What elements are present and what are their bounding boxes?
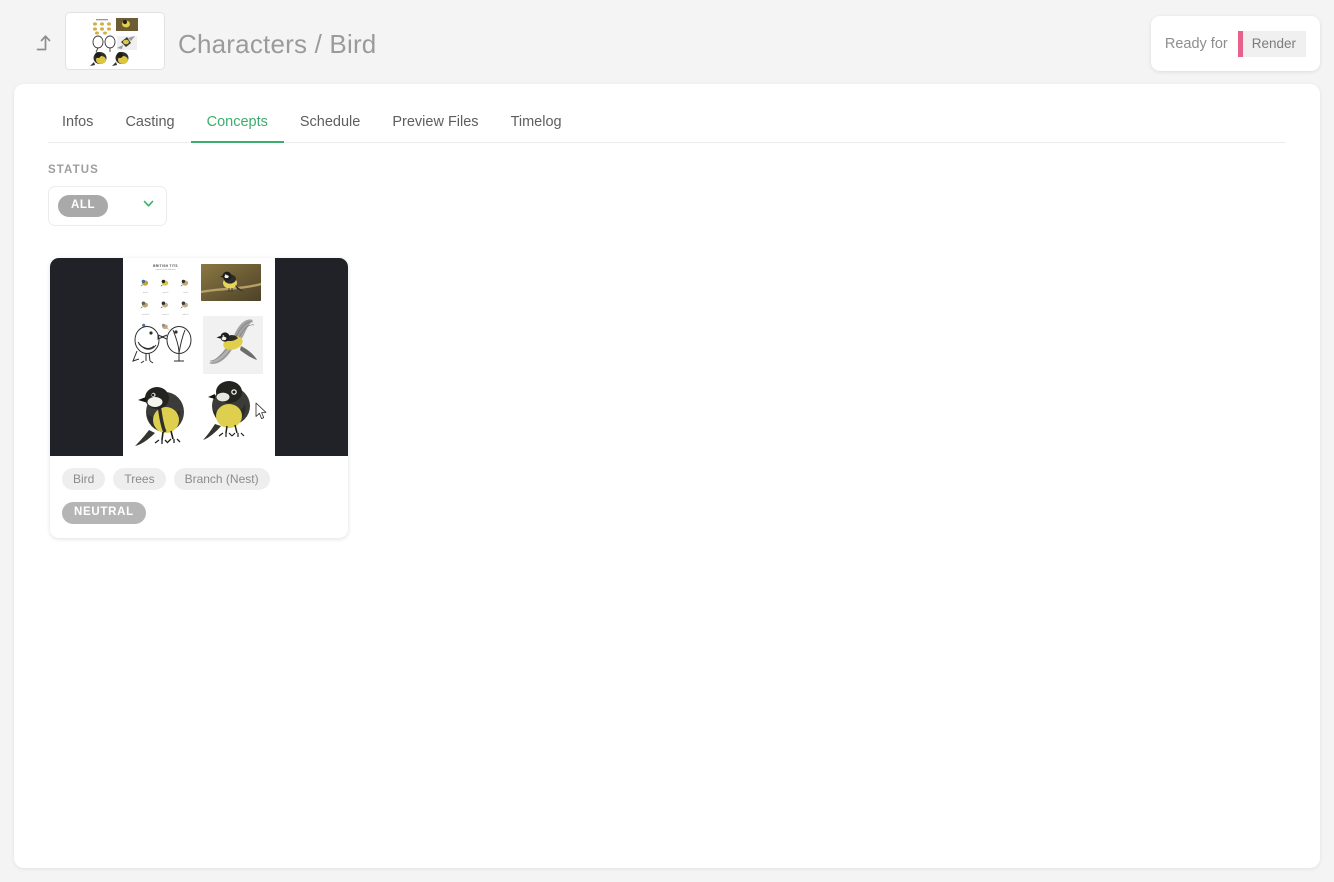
concept-tag[interactable]: Bird <box>62 468 106 491</box>
task-status-widget[interactable]: Ready for Render <box>1150 16 1320 71</box>
page-title: Characters / Bird <box>178 29 377 59</box>
id-chart-cell: willow tit <box>176 296 195 316</box>
tab-schedule[interactable]: Schedule <box>284 114 376 143</box>
chevron-down-icon[interactable] <box>141 196 156 216</box>
tab-concepts[interactable]: Concepts <box>190 114 284 143</box>
main-content-card: Infos Casting Concepts Schedule Preview … <box>14 84 1320 868</box>
tab-preview-files[interactable]: Preview Files <box>376 114 494 143</box>
id-chart-cell: coal tit <box>176 274 195 294</box>
page-header: Characters / Bird Ready for Render <box>0 0 1334 84</box>
tab-infos[interactable]: Infos <box>48 114 109 143</box>
id-chart-cell: crested tit <box>136 296 155 316</box>
concept-grid: BRITISH TITS a guide to identification b… <box>50 258 348 538</box>
tab-casting[interactable]: Casting <box>109 114 190 143</box>
concept-mood-badge: NEUTRAL <box>62 502 146 524</box>
id-chart-caption: great tit <box>162 292 169 294</box>
moodboard-flying-bird <box>203 316 263 374</box>
status-filter-label: STATUS <box>48 164 99 176</box>
status-badge[interactable]: Render <box>1237 30 1306 57</box>
concept-preview-image: BRITISH TITS a guide to identification b… <box>123 258 275 456</box>
id-chart-caption: coal tit <box>183 292 188 294</box>
id-chart-caption: willow tit <box>182 314 189 316</box>
moodboard-line-sketches <box>129 320 197 370</box>
arrow-return-up-icon <box>31 31 53 53</box>
id-chart-cell: great tit <box>156 274 175 294</box>
entity-thumbnail[interactable] <box>65 12 165 70</box>
id-chart-subtitle: a guide to identification <box>155 268 176 271</box>
status-filter-value: ALL <box>58 195 109 217</box>
ready-for-label: Ready for <box>1164 35 1228 52</box>
concept-card-meta: Bird Trees Branch (Nest) NEUTRAL <box>50 456 348 538</box>
concept-preview[interactable]: BRITISH TITS a guide to identification b… <box>50 258 348 456</box>
moodboard-painted-bird-side <box>203 376 259 442</box>
entity-thumbnail-image <box>66 13 164 69</box>
moodboard-painted-bird-front <box>135 376 195 448</box>
status-badge-label: Render <box>1251 36 1296 51</box>
id-chart-cell: marsh tit <box>156 296 175 316</box>
concept-card[interactable]: BRITISH TITS a guide to identification b… <box>50 258 348 538</box>
id-chart-caption: marsh tit <box>162 314 169 316</box>
tab-bar: Infos Casting Concepts Schedule Preview … <box>48 108 1286 143</box>
status-filter-block: STATUS ALL <box>48 164 167 226</box>
concept-tag-list: Bird Trees Branch (Nest) <box>62 468 336 491</box>
moodboard-id-chart: BRITISH TITS a guide to identification b… <box>133 263 198 338</box>
concept-tag[interactable]: Trees <box>113 468 166 491</box>
concept-tag[interactable]: Branch (Nest) <box>173 468 270 491</box>
moodboard-reference-photo <box>201 264 261 301</box>
back-button[interactable] <box>24 24 60 60</box>
id-chart-caption: crested tit <box>141 314 150 316</box>
id-chart-title: BRITISH TITS <box>153 264 178 268</box>
id-chart-cell: blue tit <box>136 274 155 294</box>
tab-timelog[interactable]: Timelog <box>495 114 578 143</box>
status-filter-select[interactable]: ALL <box>48 186 167 226</box>
id-chart-caption: blue tit <box>143 292 148 294</box>
